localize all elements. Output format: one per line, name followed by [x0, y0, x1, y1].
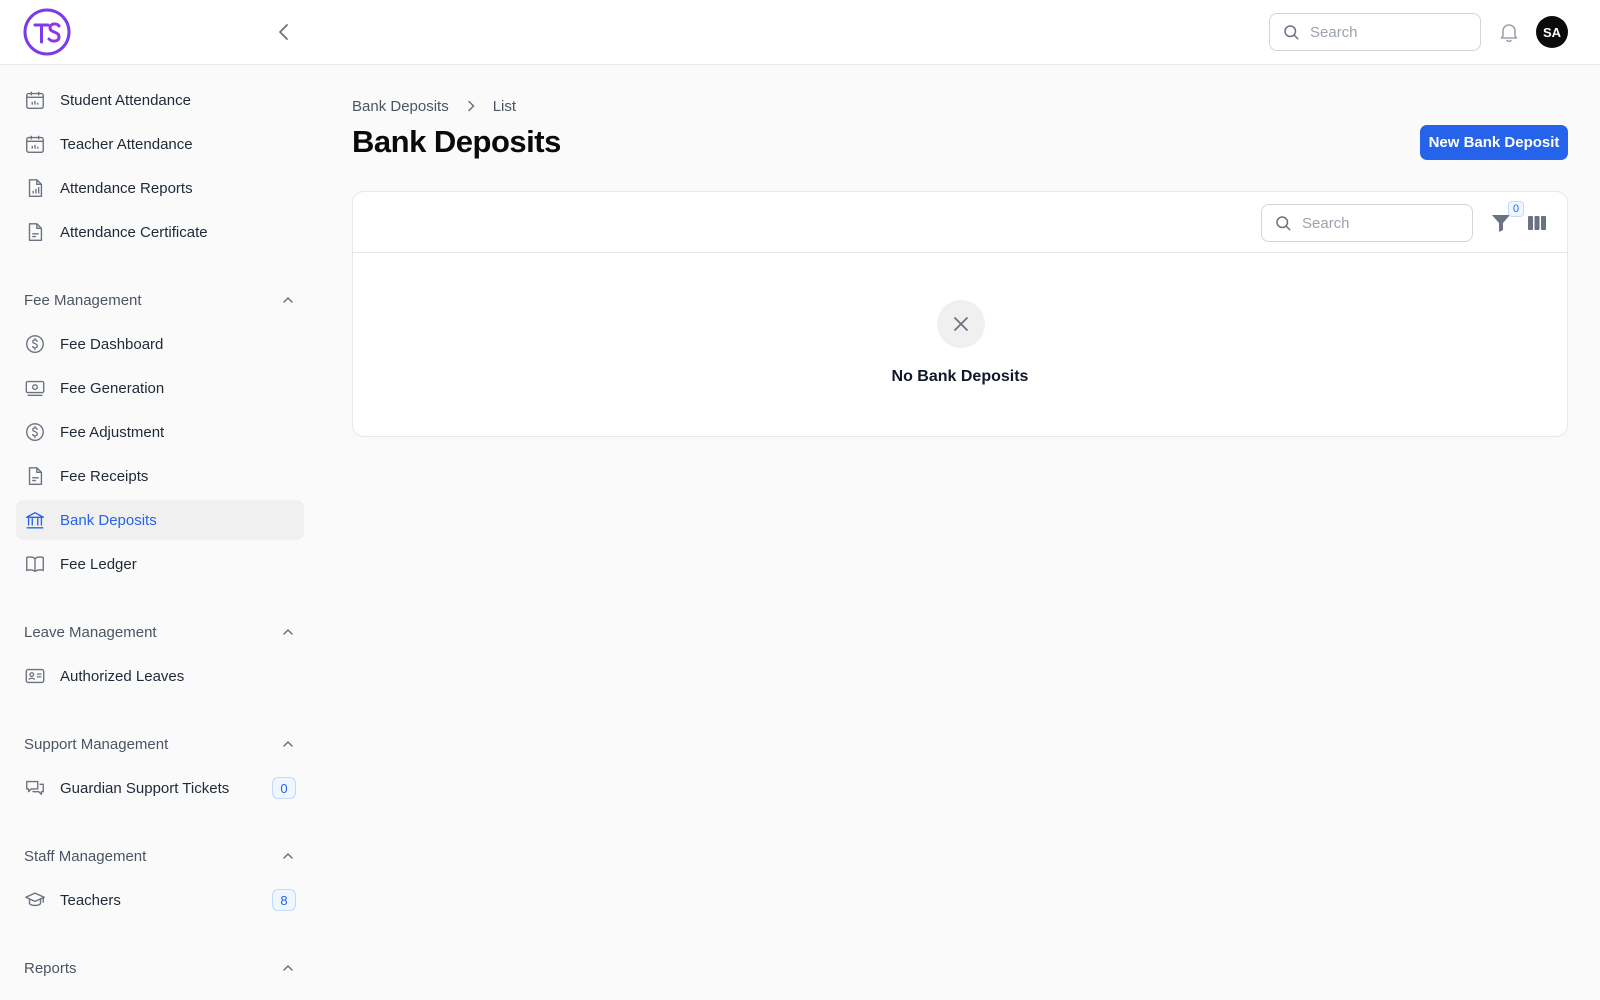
- page-title: Bank Deposits: [352, 124, 561, 159]
- notifications-bell-icon[interactable]: [1497, 20, 1521, 44]
- sidebar-item-label: Guardian Support Tickets: [60, 779, 230, 797]
- group-label: Staff Management: [24, 847, 147, 865]
- chart-document-icon: [28, 179, 43, 197]
- group-support-management[interactable]: Support Management: [24, 732, 296, 756]
- filter-count-badge: 0: [1508, 201, 1524, 217]
- chevron-up-icon[interactable]: [280, 848, 296, 864]
- sidebar-item-fee-dashboard[interactable]: Fee Dashboard: [16, 324, 304, 364]
- chat-bubbles-icon: [26, 780, 44, 796]
- count-badge: 8: [272, 889, 296, 911]
- table-toolbar: 0: [353, 192, 1567, 253]
- sidebar-item-fee-generation[interactable]: Fee Generation: [16, 368, 304, 408]
- sidebar-item-teachers[interactable]: Teachers 8: [16, 880, 304, 920]
- chevron-up-icon[interactable]: [280, 960, 296, 976]
- sidebar-item-teacher-attendance[interactable]: Teacher Attendance: [16, 124, 304, 164]
- chevron-up-icon[interactable]: [280, 292, 296, 308]
- sidebar-item-label: Attendance Reports: [60, 179, 193, 197]
- document-icon: [28, 223, 43, 241]
- sidebar-item-label: Authorized Leaves: [60, 667, 185, 685]
- sidebar-item-label: Fee Adjustment: [60, 423, 165, 441]
- new-bank-deposit-button[interactable]: New Bank Deposit: [1420, 125, 1568, 160]
- sidebar-item-label: Fee Receipts: [60, 467, 149, 485]
- sidebar: Student Attendance Teacher Attendance At…: [0, 65, 318, 1000]
- count-badge: 0: [272, 777, 296, 799]
- sidebar-item-label: Fee Generation: [60, 379, 165, 397]
- breadcrumb-current: List: [492, 97, 517, 115]
- dollar-circle-icon: [26, 335, 44, 353]
- group-staff-management[interactable]: Staff Management: [24, 844, 296, 868]
- group-leave-management[interactable]: Leave Management: [24, 620, 296, 644]
- table-search[interactable]: [1261, 204, 1473, 242]
- group-label: Reports: [24, 959, 77, 977]
- sidebar-item-label: Teachers: [60, 891, 121, 909]
- chevron-up-icon[interactable]: [280, 624, 296, 640]
- bank-deposits-table: 0 No Bank Deposits: [352, 191, 1568, 437]
- graduation-cap-icon: [25, 892, 45, 907]
- sidebar-item-label: Attendance Certificate: [60, 223, 208, 241]
- close-x-icon: [954, 317, 968, 331]
- empty-state-icon: [937, 300, 985, 348]
- sidebar-item-label: Student Attendance: [60, 91, 191, 109]
- sidebar-item-student-attendance[interactable]: Student Attendance: [16, 80, 304, 120]
- collapse-sidebar-chevron-left-icon[interactable]: [272, 20, 296, 44]
- sidebar-item-label: Fee Dashboard: [60, 335, 164, 353]
- book-icon: [26, 556, 44, 573]
- chevron-up-icon[interactable]: [280, 736, 296, 752]
- search-icon: [1284, 25, 1299, 40]
- table-search-input[interactable]: [1302, 214, 1452, 232]
- bank-icon: [26, 511, 44, 529]
- sidebar-item-label: Teacher Attendance: [60, 135, 193, 153]
- id-card-icon: [25, 668, 45, 684]
- sidebar-item-fee-receipts[interactable]: Fee Receipts: [16, 456, 304, 496]
- user-avatar[interactable]: SA: [1536, 16, 1568, 48]
- global-search-input[interactable]: [1310, 23, 1460, 41]
- group-label: Support Management: [24, 735, 169, 753]
- sidebar-item-authorized-leaves[interactable]: Authorized Leaves: [16, 656, 304, 696]
- columns-icon[interactable]: [1525, 211, 1549, 235]
- sidebar-item-bank-deposits[interactable]: Bank Deposits: [16, 500, 304, 540]
- search-icon: [1276, 216, 1291, 231]
- banknote-icon: [25, 380, 45, 397]
- chevron-right-icon: [467, 100, 475, 112]
- sidebar-item-attendance-reports[interactable]: Attendance Reports: [16, 168, 304, 208]
- group-label: Leave Management: [24, 623, 157, 641]
- sidebar-item-label: Bank Deposits: [60, 511, 157, 529]
- document-icon: [28, 467, 43, 485]
- group-reports[interactable]: Reports: [24, 956, 296, 980]
- group-label: Fee Management: [24, 291, 142, 309]
- breadcrumb-link-bank-deposits[interactable]: Bank Deposits: [352, 98, 449, 115]
- empty-state-message: No Bank Deposits: [891, 368, 1029, 385]
- sidebar-item-label: Fee Ledger: [60, 555, 137, 573]
- calendar-icon: [26, 135, 44, 153]
- dollar-circle-icon: [26, 423, 44, 441]
- breadcrumb: Bank Deposits List: [352, 96, 516, 116]
- sidebar-item-guardian-support-tickets[interactable]: Guardian Support Tickets 0: [16, 768, 304, 808]
- app-logo[interactable]: [23, 8, 71, 56]
- calendar-icon: [26, 91, 44, 109]
- group-fee-management[interactable]: Fee Management: [24, 288, 296, 312]
- sidebar-item-fee-ledger[interactable]: Fee Ledger: [16, 544, 304, 584]
- sidebar-item-fee-adjustment[interactable]: Fee Adjustment: [16, 412, 304, 452]
- top-bar: SA: [0, 0, 1600, 65]
- global-search[interactable]: [1269, 13, 1481, 51]
- sidebar-item-attendance-certificate[interactable]: Attendance Certificate: [16, 212, 304, 252]
